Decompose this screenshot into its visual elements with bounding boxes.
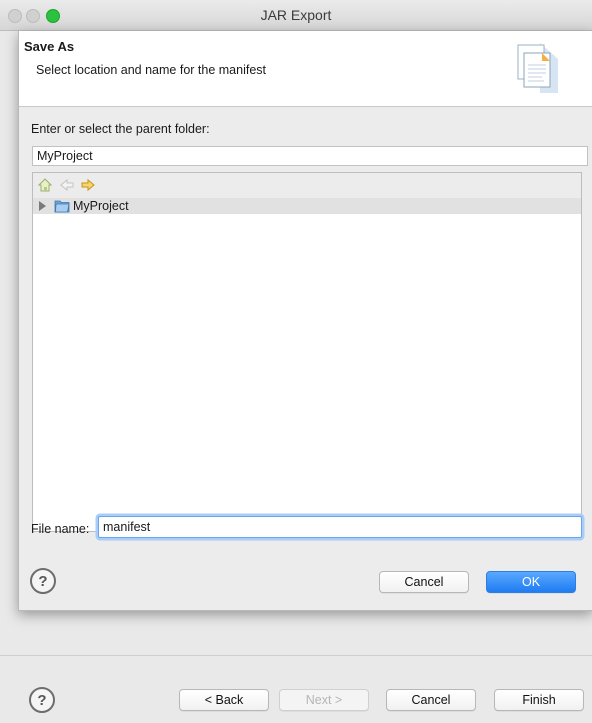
finish-button[interactable]: Finish xyxy=(494,689,584,711)
wizard-cancel-button[interactable]: Cancel xyxy=(386,689,476,711)
parent-folder-input[interactable]: MyProject xyxy=(32,146,588,166)
file-name-input[interactable]: manifest xyxy=(98,516,582,538)
back-button[interactable]: < Back xyxy=(179,689,269,711)
window-title: JAR Export xyxy=(260,7,332,23)
wizard-button-separator xyxy=(0,655,592,656)
save-as-dialog: Save As Select location and name for the… xyxy=(18,31,592,611)
file-name-label: File name: xyxy=(31,522,90,536)
wizard-help-button[interactable]: ? xyxy=(29,687,55,713)
parent-folder-label: Enter or select the parent folder: xyxy=(31,122,210,136)
forward-arrow-icon[interactable] xyxy=(80,177,96,193)
dialog-description: Select location and name for the manifes… xyxy=(36,63,266,77)
tree-item-label: MyProject xyxy=(73,199,129,213)
dialog-help-button[interactable]: ? xyxy=(30,568,56,594)
window-titlebar: JAR Export xyxy=(0,0,592,31)
tree-toolbar xyxy=(33,173,581,199)
home-icon[interactable] xyxy=(37,177,53,193)
dialog-cancel-button[interactable]: Cancel xyxy=(379,571,469,593)
dialog-title: Save As xyxy=(24,39,75,54)
next-button[interactable]: Next > xyxy=(279,689,369,711)
expand-arrow-icon[interactable] xyxy=(39,201,46,211)
folder-icon xyxy=(54,200,70,213)
folder-tree[interactable]: MyProject xyxy=(32,172,582,532)
tree-item-myproject[interactable]: MyProject xyxy=(33,198,581,214)
manifest-document-icon xyxy=(517,43,558,93)
ok-button[interactable]: OK xyxy=(486,571,576,593)
help-icon: ? xyxy=(38,572,48,590)
help-icon: ? xyxy=(37,691,47,709)
dialog-header: Save As Select location and name for the… xyxy=(19,31,592,107)
back-arrow-icon[interactable] xyxy=(59,177,75,193)
